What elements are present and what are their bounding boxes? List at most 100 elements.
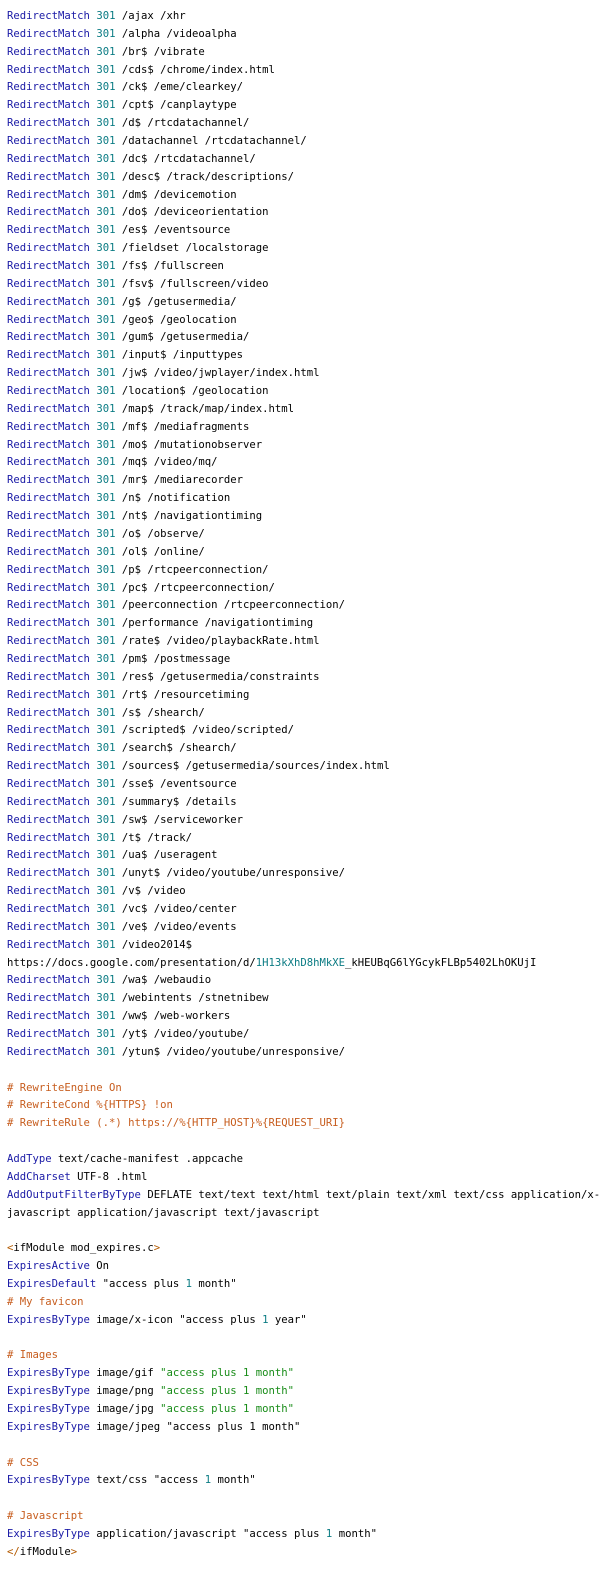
code-line: RedirectMatch 301 /d$ /rtcdatachannel/ [7,115,600,133]
number-literal: 301 [96,10,116,22]
string-literal: "access plus 1 month" [160,1403,295,1416]
directive-keyword: RedirectMatch [7,974,90,987]
code-text: /mo$ /mutationobserver [115,438,263,451]
directive-keyword: RedirectMatch [7,706,90,719]
directive-keyword: RedirectMatch [7,545,90,558]
number-literal: 301 [96,117,116,130]
code-line: RedirectMatch 301 /pc$ /rtcpeerconnectio… [7,580,600,598]
comment-text: # Images [7,1349,59,1362]
code-text: /pc$ /rtcpeerconnection/ [115,581,275,594]
code-line: AddCharset UTF-8 .html [7,1169,600,1187]
directive-keyword: AddOutputFilterByType [7,1188,141,1201]
code-line: RedirectMatch 301 /datachannel /rtcdatac… [7,133,600,151]
code-line: RedirectMatch 301 /wa$ /webaudio [7,972,600,990]
number-literal: 301 [96,545,116,558]
directive-keyword: RedirectMatch [7,420,90,433]
number-literal: 301 [96,599,116,612]
code-text: /cpt$ /canplaytype [115,99,237,112]
code-text: /wa$ /webaudio [115,974,212,987]
code-text: /video2014$ [115,938,192,951]
number-literal: 301 [96,510,116,523]
code-line: # Javascript [7,1508,600,1526]
code-text: /cds$ /chrome/index.html [115,63,275,76]
number-literal: 301 [96,492,116,505]
directive-keyword: RedirectMatch [7,367,90,380]
directive-keyword: RedirectMatch [7,599,90,612]
directive-keyword: RedirectMatch [7,170,90,183]
directive-keyword: RedirectMatch [7,313,90,326]
number-literal: 301 [96,349,116,362]
code-text: /nt$ /navigationtiming [115,510,263,523]
code-line: RedirectMatch 301 /desc$ /track/descript… [7,169,600,187]
number-literal: 301 [96,938,116,951]
number-literal: 301 [96,635,116,648]
code-text: ifModule [19,1545,71,1558]
code-line: RedirectMatch 301 /vc$ /video/center [7,901,600,919]
code-line: # Images [7,1347,600,1365]
number-literal: 301 [96,277,116,290]
directive-keyword: RedirectMatch [7,331,90,344]
code-line: RedirectMatch 301 /ol$ /online/ [7,544,600,562]
code-text: /ajax /xhr [115,10,186,22]
code-line: RedirectMatch 301 /webintents /stnetnibe… [7,990,600,1008]
code-line: RedirectMatch 301 /scripted$ /video/scri… [7,722,600,740]
number-literal: 301 [96,331,116,344]
code-line: ExpiresByType image/jpg "access plus 1 m… [7,1401,600,1419]
number-literal: 301 [96,670,116,683]
code-line: RedirectMatch 301 /br$ /vibrate [7,44,600,62]
number-literal: 301 [96,885,116,898]
code-text: /o$ /observe/ [115,527,205,540]
code-text: https://docs.google.com/presentation/d/ [7,956,256,969]
comment-text: # Javascript [7,1510,84,1523]
directive-keyword: RedirectMatch [7,242,90,255]
number-literal: 301 [96,813,116,826]
code-line: AddType text/cache-manifest .appcache [7,1151,600,1169]
number-literal: 301 [96,867,116,880]
number-literal: 301 [96,617,116,630]
code-line: https://docs.google.com/presentation/d/1… [7,955,600,973]
code-text: /n$ /notification [115,492,231,505]
number-literal: 301 [96,581,116,594]
number-literal: 301 [96,920,116,933]
code-text: /unyt$ /video/youtube/unresponsive/ [115,867,346,880]
directive-keyword: RedirectMatch [7,99,90,112]
code-text: /s$ /shearch/ [115,706,205,719]
number-literal: 301 [96,242,116,255]
code-line: ExpiresDefault "access plus 1 month" [7,1276,600,1294]
code-text: /p$ /rtcpeerconnection/ [115,563,269,576]
number-literal: 301 [96,224,116,237]
code-text: image/x-icon "access plus [89,1313,263,1326]
code-line: RedirectMatch 301 /gum$ /getusermedia/ [7,329,600,347]
code-line: RedirectMatch 301 /peerconnection /rtcpe… [7,597,600,615]
code-line: RedirectMatch 301 /nt$ /navigationtiming [7,508,600,526]
code-line: RedirectMatch 301 /sources$ /getusermedi… [7,758,600,776]
code-line: RedirectMatch 301 /res$ /getusermedia/co… [7,669,600,687]
code-line: ExpiresByType image/gif "access plus 1 m… [7,1365,600,1383]
code-text: /datachannel /rtcdatachannel/ [115,135,307,148]
code-line: RedirectMatch 301 /geo$ /geolocation [7,312,600,330]
number-literal: 301 [96,456,116,469]
code-line: RedirectMatch 301 /ajax /xhr [7,8,600,26]
code-text: /location$ /geolocation [115,385,269,398]
directive-keyword: RedirectMatch [7,831,90,844]
directive-keyword: RedirectMatch [7,920,90,933]
code-text: "access plus [96,1278,186,1291]
code-line: RedirectMatch 301 /video2014$ [7,937,600,955]
code-text: /summary$ /details [115,795,237,808]
directive-keyword: AddType [7,1153,52,1165]
code-text: /rate$ /video/playbackRate.html [115,635,320,648]
code-line: RedirectMatch 301 /cds$ /chrome/index.ht… [7,62,600,80]
directive-keyword: RedirectMatch [7,510,90,523]
directive-keyword: RedirectMatch [7,670,90,683]
directive-keyword: RedirectMatch [7,1045,90,1058]
number-literal: 301 [96,63,116,76]
number-literal: 301 [96,902,116,915]
code-text: image/jpg [89,1403,161,1416]
number-literal: 301 [96,81,116,94]
code-line: # My favicon [7,1294,600,1312]
directive-keyword: RedirectMatch [7,152,90,165]
